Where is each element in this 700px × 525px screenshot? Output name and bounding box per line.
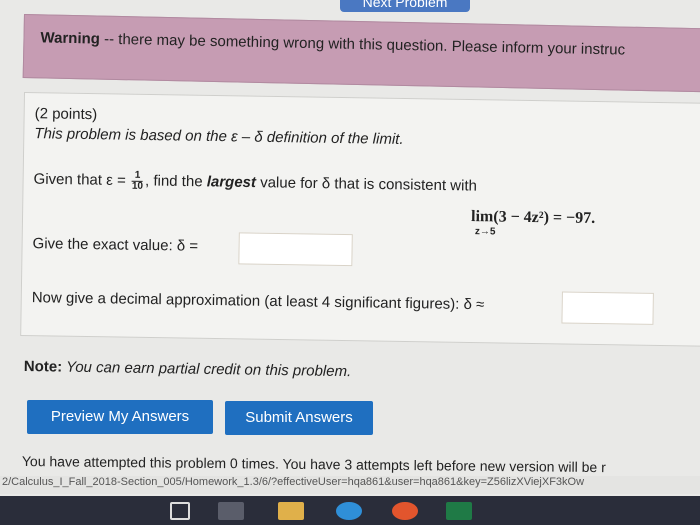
- problem-box: (2 points) This problem is based on the …: [20, 92, 700, 347]
- limit-word: lim: [470, 208, 494, 226]
- edge-icon[interactable]: [336, 502, 362, 520]
- given-mid: , find the: [144, 172, 207, 191]
- limit-body: (3 − 4z²) = −97.: [493, 208, 596, 227]
- exact-answer-input[interactable]: [238, 232, 353, 267]
- note-text: You can earn partial credit on this prob…: [62, 358, 352, 381]
- attempts-status: You have attempted this problem 0 times.…: [21, 453, 606, 476]
- given-bold: largest: [206, 173, 257, 192]
- preview-answers-button[interactable]: Preview My Answers: [27, 400, 213, 434]
- firefox-icon[interactable]: [392, 502, 418, 520]
- warning-banner: Warning -- there may be something wrong …: [22, 14, 700, 93]
- warning-text: -- there may be something wrong with thi…: [99, 30, 626, 59]
- excel-icon[interactable]: [446, 502, 472, 520]
- given-suffix: value for δ that is consistent with: [255, 174, 478, 195]
- approx-answer-input[interactable]: [561, 291, 654, 325]
- next-problem-tab[interactable]: Next Problem: [340, 0, 470, 12]
- problem-intro: This problem is based on the ε – δ defin…: [34, 125, 404, 148]
- epsilon-denominator: 10: [131, 180, 144, 192]
- submit-answers-button[interactable]: Submit Answers: [225, 401, 373, 435]
- problem-points: (2 points): [34, 105, 98, 124]
- lock-icon[interactable]: [170, 502, 190, 520]
- taskbar: [0, 496, 700, 525]
- epsilon-fraction: 1 10: [131, 170, 144, 192]
- task-view-icon[interactable]: [218, 502, 244, 520]
- approx-prompt: Now give a decimal approximation (at lea…: [31, 289, 485, 314]
- problem-given: Given that ε = 1 10, find the largest val…: [33, 169, 477, 197]
- exact-prompt: Give the exact value: δ =: [32, 235, 199, 255]
- status-bar-url: 2/Calculus_I_Fall_2018-Section_005/Homew…: [0, 476, 700, 494]
- limit-expression: lim(3 − 4z²) = −97. z→5: [470, 208, 596, 237]
- limit-subscript: z→5: [474, 226, 496, 238]
- note-label: Note:: [23, 358, 63, 376]
- folder-icon[interactable]: [278, 502, 304, 520]
- warning-label: Warning: [40, 29, 101, 48]
- partial-credit-note: Note: You can earn partial credit on thi…: [24, 358, 352, 380]
- given-prefix: Given that ε =: [33, 170, 131, 190]
